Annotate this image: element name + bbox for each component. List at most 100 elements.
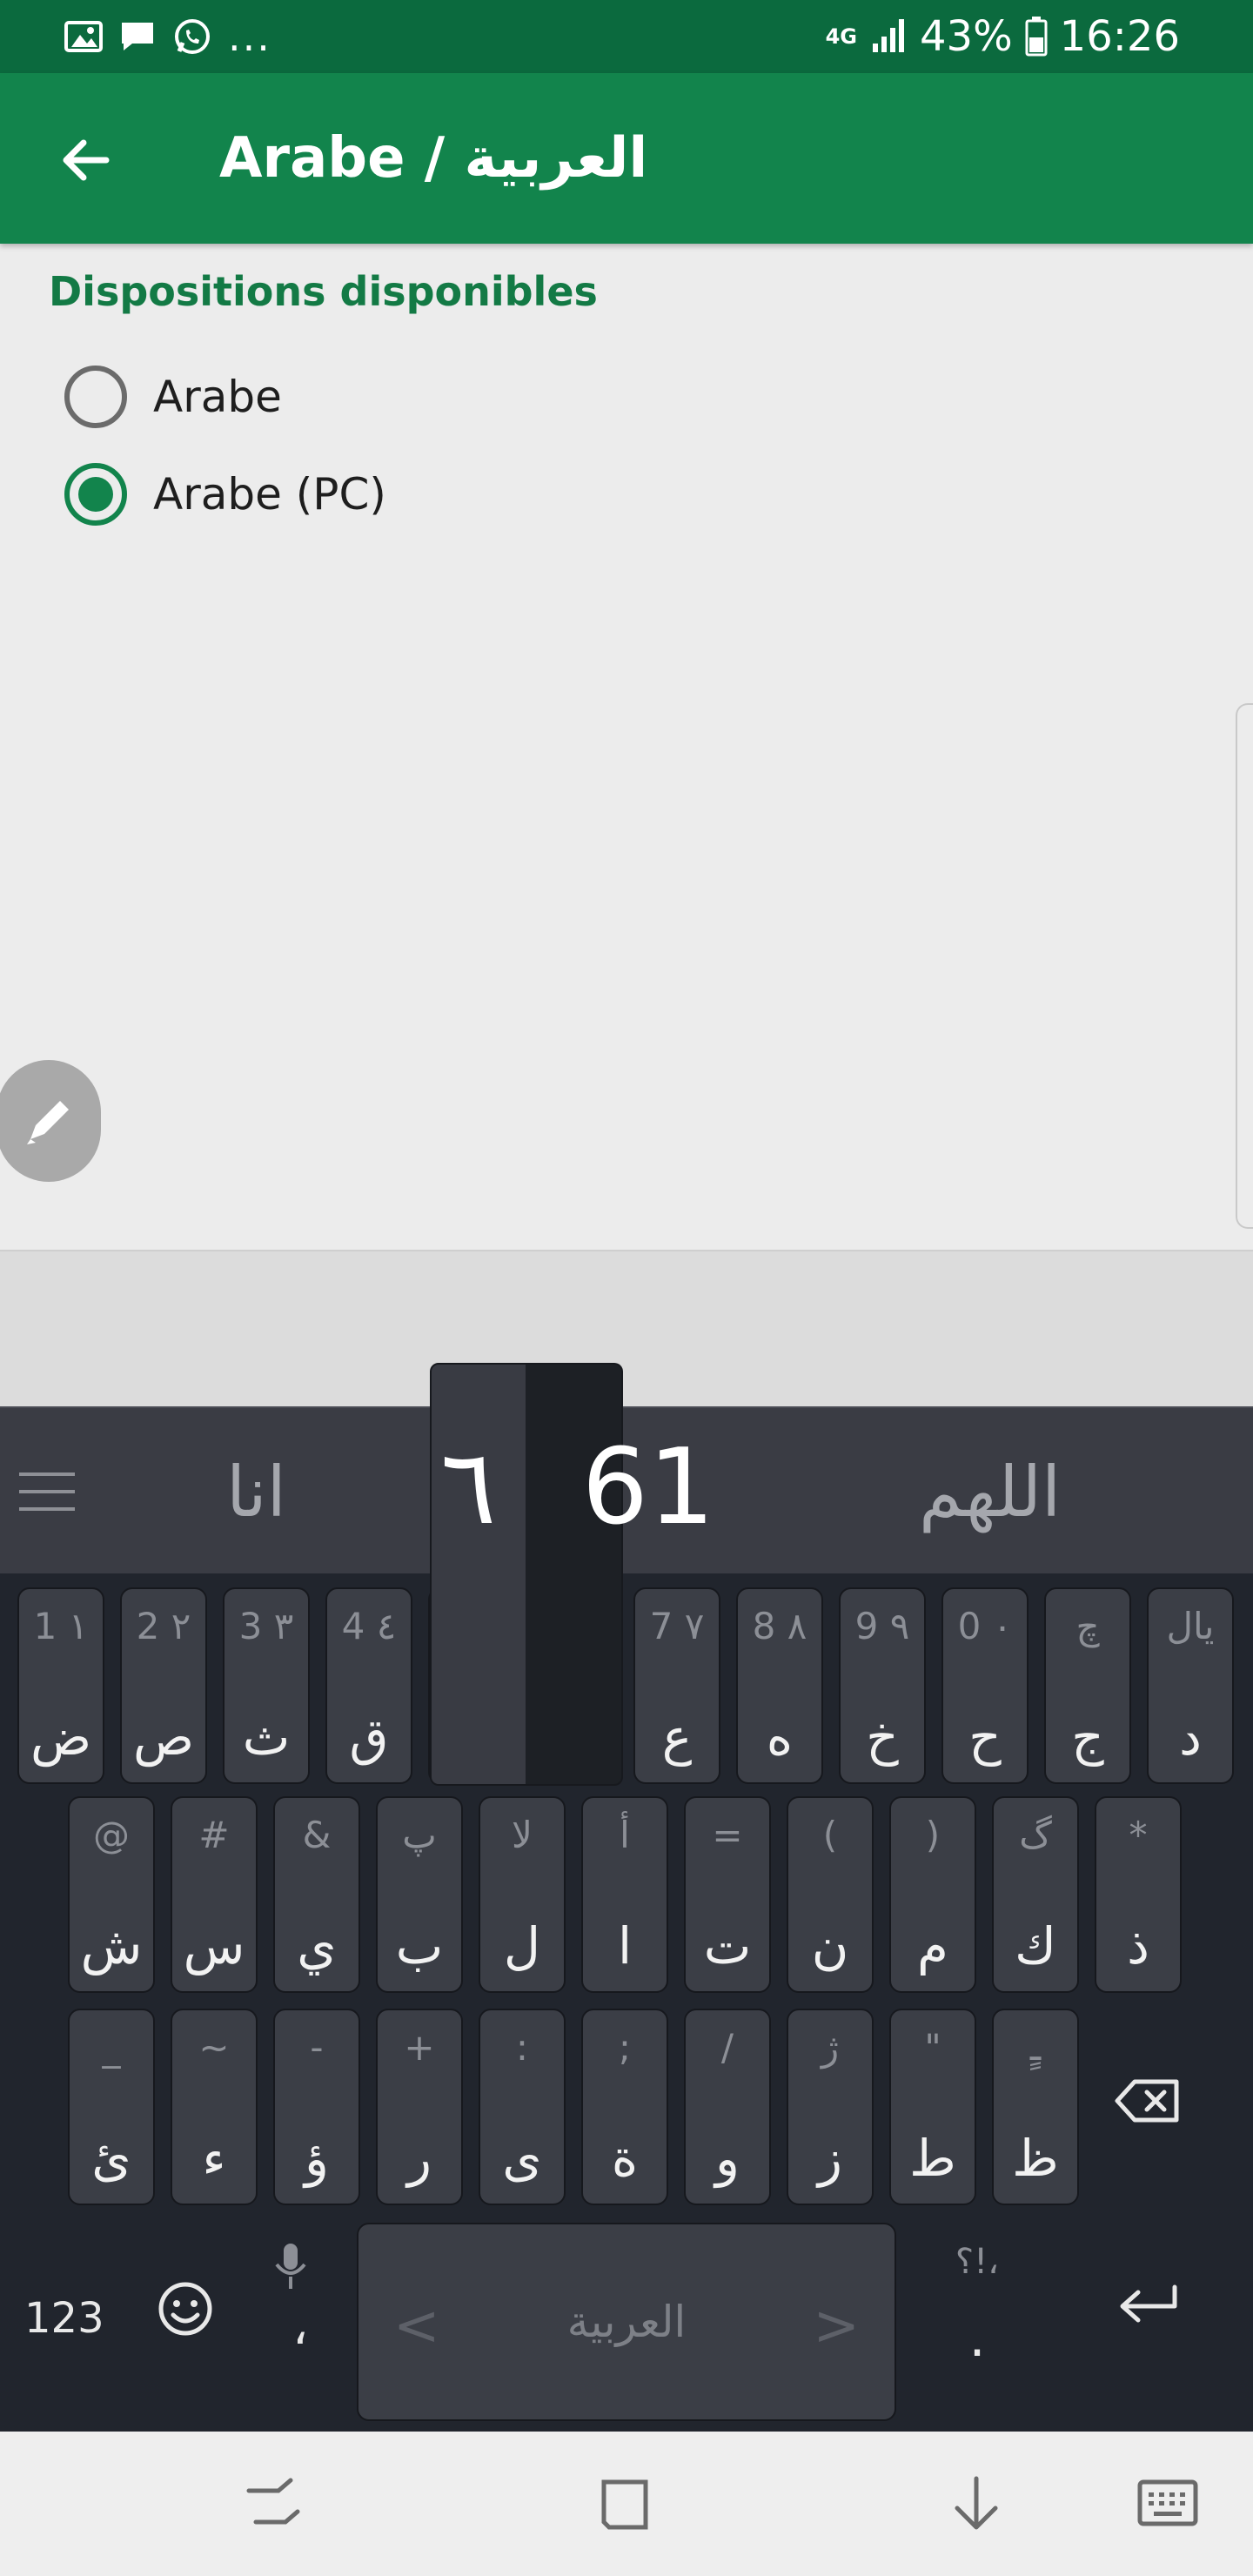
key-label: د — [1179, 1707, 1202, 1767]
key[interactable]: -ؤ — [273, 2009, 360, 2205]
layout-option-label: Arabe (PC) — [153, 469, 386, 520]
key-hint: ژ — [821, 2026, 840, 2069]
key[interactable]: ژز — [787, 2009, 874, 2205]
key[interactable]: _ ئ — [68, 2009, 155, 2205]
popup-char-six[interactable]: 6 — [582, 1427, 648, 1548]
key[interactable]: ) م — [889, 1796, 976, 1993]
app-bar: Arabe / العربية — [0, 73, 1253, 244]
key-label: ي — [297, 1916, 337, 1976]
key[interactable]: / و — [684, 2009, 771, 2205]
layout-option-arabe-pc[interactable]: Arabe (PC) — [64, 460, 386, 529]
hide-keyboard-icon[interactable] — [943, 2473, 1009, 2536]
key[interactable]: 2 ٢ ص — [120, 1587, 207, 1784]
punctuation-hint: ؟!، — [955, 2242, 1000, 2282]
key-hint: ي‍ال — [1166, 1605, 1215, 1647]
status-bar: ... 4G 43% 16:26 — [0, 0, 1253, 73]
key-hint: * — [1129, 1814, 1148, 1856]
key[interactable]: ي‍ال د — [1147, 1587, 1234, 1784]
key-hint: _ — [102, 2026, 121, 2069]
recent-apps-icon[interactable] — [240, 2473, 306, 2536]
key-label: ع — [661, 1707, 693, 1767]
key-label: ظ — [1012, 2129, 1059, 2188]
suggestion-2[interactable]: اللهم — [919, 1408, 1061, 1575]
notification-icons: ... — [64, 0, 271, 73]
key-hint: ) — [925, 1814, 941, 1856]
key-label: ك — [1015, 1916, 1056, 1976]
radio-button-unselected[interactable] — [64, 366, 127, 428]
key-label: ب — [395, 1916, 444, 1976]
key-hint: & — [302, 1814, 332, 1856]
space-bar[interactable]: < العربية > — [357, 2223, 896, 2421]
key-hint: چ — [1075, 1605, 1100, 1647]
key[interactable]: + ر — [376, 2009, 463, 2205]
key-hint: 2 ٢ — [136, 1605, 191, 1647]
period-key[interactable]: ؟!، . — [948, 2242, 1006, 2369]
key[interactable]: 7 ٧ ع — [633, 1587, 720, 1784]
key[interactable]: ; ة — [581, 2009, 668, 2205]
home-icon[interactable] — [592, 2473, 658, 2536]
popup-char-arabic-six[interactable]: ٦ — [440, 1427, 496, 1548]
enter-key[interactable] — [1114, 2282, 1183, 2338]
key[interactable]: (ن — [787, 1796, 874, 1993]
key[interactable]: لا ل — [479, 1796, 566, 1993]
key[interactable]: 0 ٠ ح — [941, 1587, 1029, 1784]
key[interactable]: 1 ١ ض — [17, 1587, 104, 1784]
key-hint: گ — [1019, 1814, 1052, 1856]
page-title: Arabe / العربية — [219, 126, 648, 191]
period-label: . — [968, 2308, 986, 2369]
gallery-icon — [64, 21, 103, 52]
key-label: ى — [502, 2129, 542, 2188]
layout-option-arabe[interactable]: Arabe — [64, 362, 282, 432]
keyboard-switch-icon[interactable] — [1135, 2473, 1201, 2536]
key[interactable]: پب — [376, 1796, 463, 1993]
key[interactable]: ـٍ ظ — [992, 2009, 1079, 2205]
key[interactable]: چج — [1044, 1587, 1131, 1784]
key[interactable]: 4 ٤ ق — [325, 1587, 412, 1784]
key-label: ح — [968, 1707, 1002, 1767]
key-hint: # — [198, 1814, 230, 1856]
key[interactable]: # س — [171, 1796, 258, 1993]
key[interactable]: 3 ٣ ث — [223, 1587, 310, 1784]
edge-panel-handle[interactable] — [1236, 703, 1253, 1229]
key-label: و — [714, 2129, 740, 2188]
comma-key[interactable]: ، — [271, 2242, 329, 2356]
key[interactable]: @ ش — [68, 1796, 155, 1993]
key-popup-right — [526, 1363, 623, 1786]
backspace-icon — [1115, 2079, 1179, 2123]
key-hint: / — [720, 2026, 734, 2069]
key[interactable]: گك — [992, 1796, 1079, 1993]
key-label: ن — [811, 1916, 849, 1976]
key[interactable]: = ت — [684, 1796, 771, 1993]
key[interactable]: 9 ٩ خ — [839, 1587, 926, 1784]
radio-button-selected[interactable] — [64, 463, 127, 526]
key[interactable]: أا — [581, 1796, 668, 1993]
suggestion-1[interactable]: انا — [226, 1408, 286, 1575]
key-hint: + — [404, 2026, 435, 2069]
key-label: ر — [406, 2129, 432, 2188]
emoji-key[interactable] — [157, 2280, 214, 2341]
popup-char-one[interactable]: 1 — [648, 1427, 714, 1548]
key-hint: أ — [620, 1814, 630, 1856]
backspace-key[interactable] — [1114, 2076, 1201, 2146]
menu-icon[interactable] — [16, 1460, 78, 1523]
key[interactable]: & ي — [273, 1796, 360, 1993]
key-hint: : — [515, 2026, 529, 2069]
key[interactable]: :ى — [479, 2009, 566, 2205]
key[interactable]: ~ ء — [171, 2009, 258, 2205]
key-label: س — [183, 1916, 245, 1976]
key[interactable]: " ط — [889, 2009, 976, 2205]
key-label: ش — [80, 1916, 143, 1976]
signal-icon — [872, 19, 904, 52]
key[interactable]: 8 ٨ ه — [736, 1587, 823, 1784]
key-hint: 4 ٤ — [341, 1605, 397, 1647]
key[interactable]: * ذ — [1095, 1796, 1182, 1993]
key-label: ل — [503, 1916, 541, 1976]
edit-button[interactable] — [0, 1060, 101, 1182]
section-heading: Dispositions disponibles — [49, 268, 598, 315]
system-indicators: 4G 43% 16:26 — [826, 0, 1180, 73]
key-label: ذ — [1127, 1916, 1149, 1976]
numbers-key[interactable]: 123 — [24, 2294, 104, 2343]
back-button[interactable] — [49, 124, 122, 197]
key-label: ث — [242, 1707, 291, 1767]
key-hint: 8 ٨ — [752, 1605, 807, 1647]
